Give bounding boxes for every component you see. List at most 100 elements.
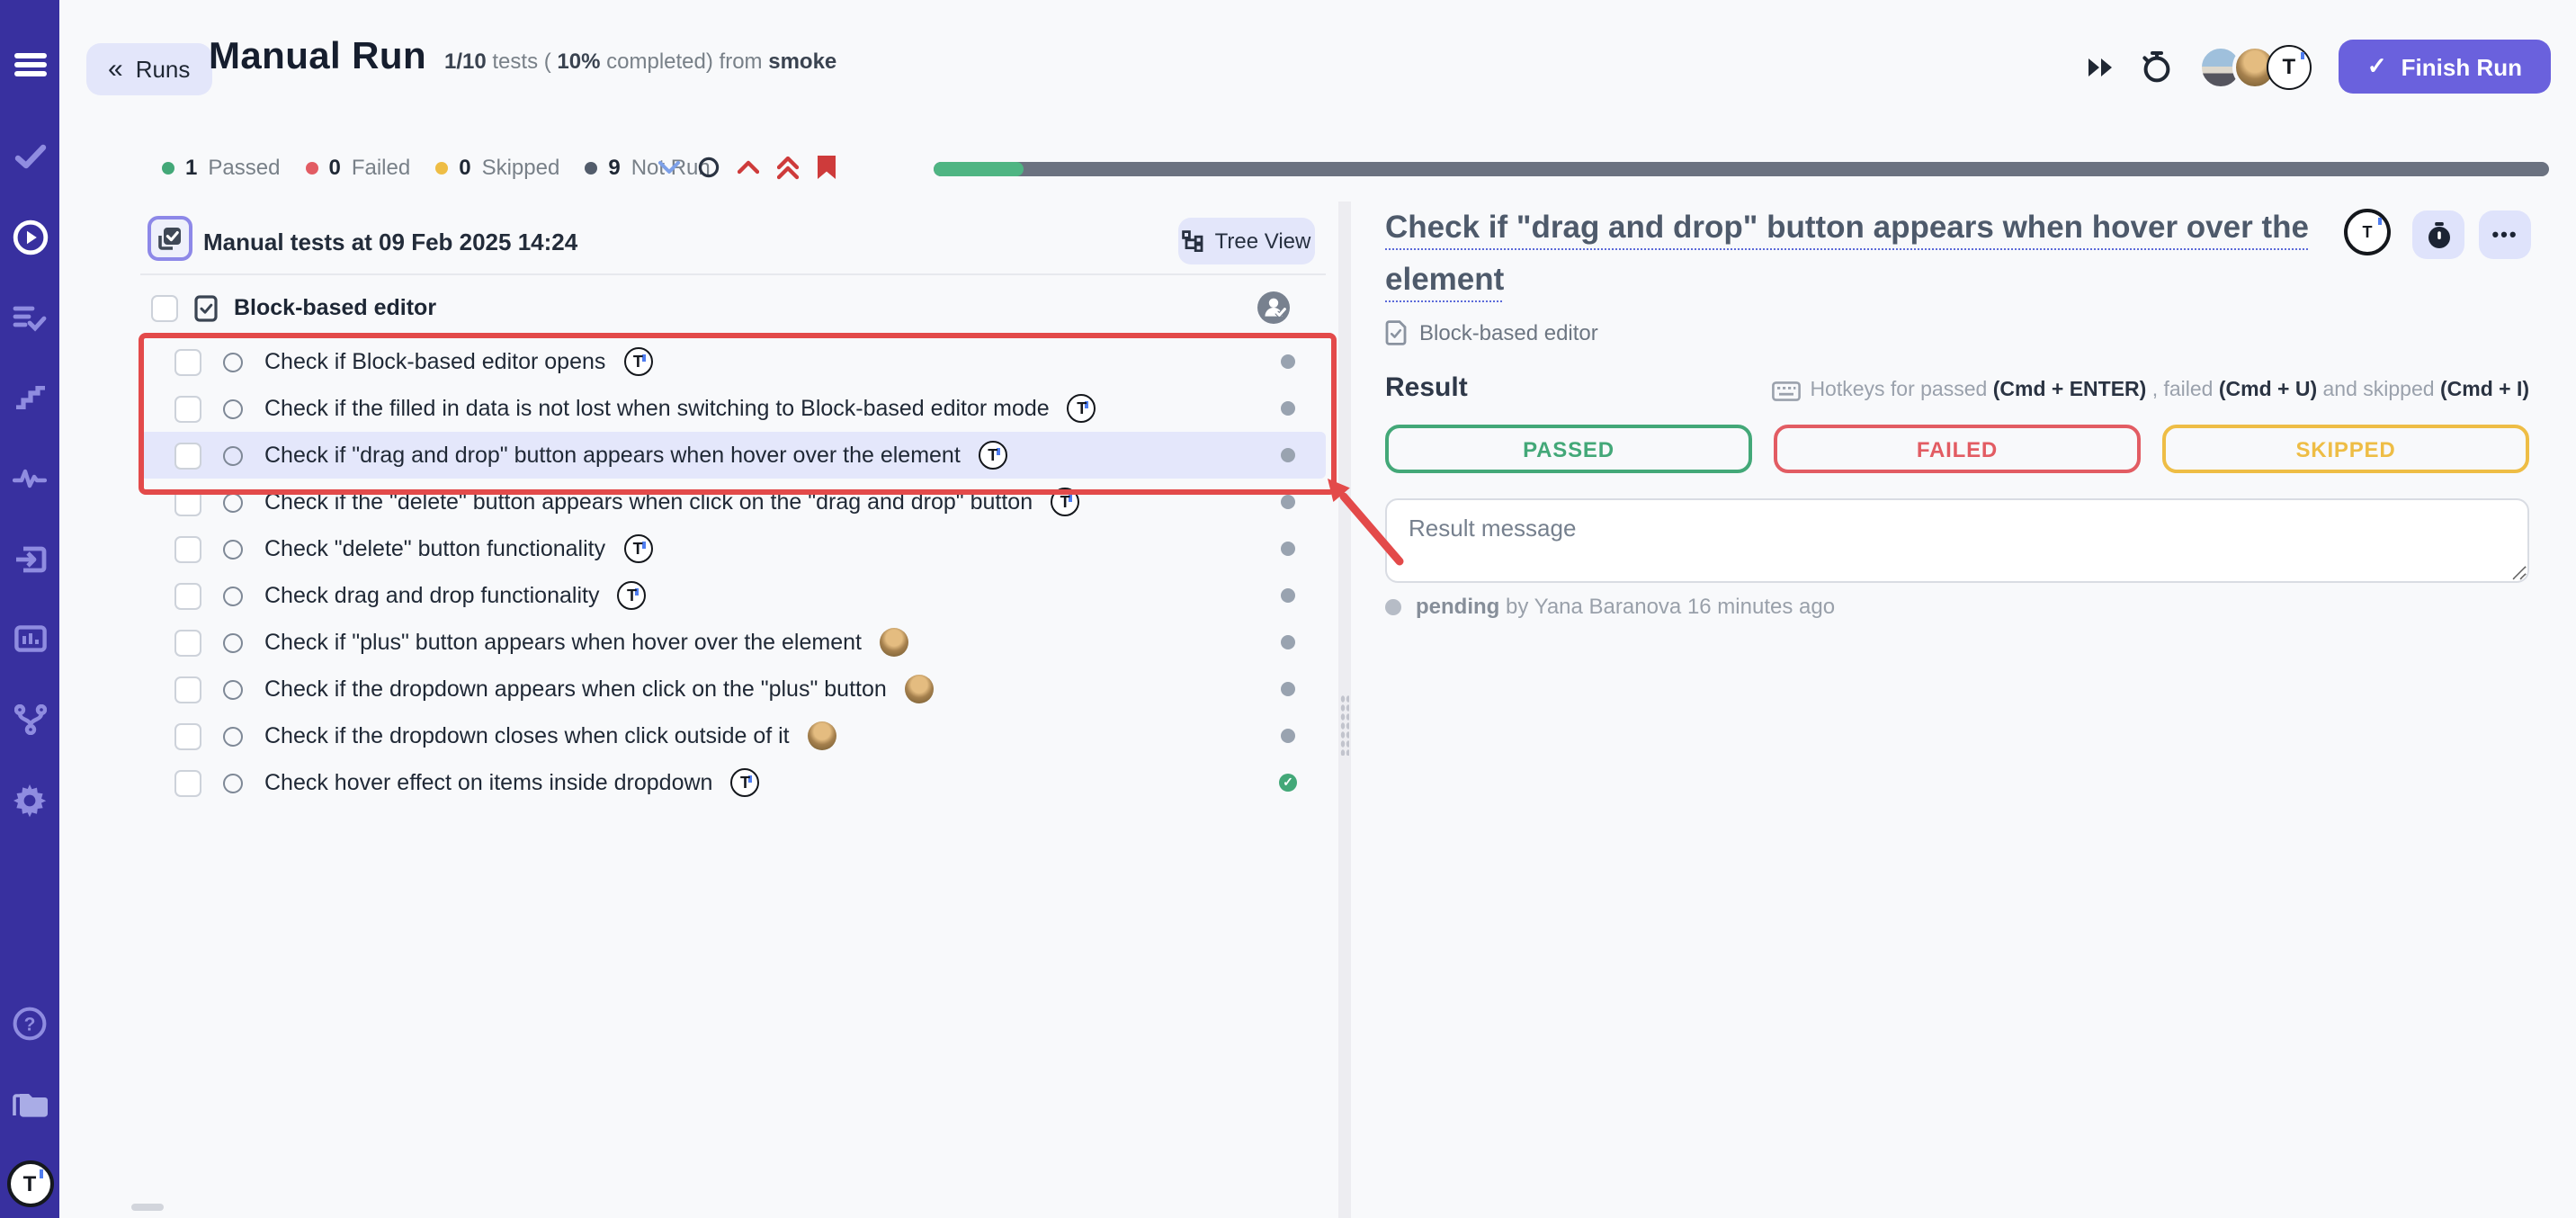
row-status-dot bbox=[1281, 354, 1295, 369]
test-name: Check drag and drop functionality bbox=[264, 583, 599, 608]
chevron-down-icon[interactable] bbox=[658, 160, 680, 175]
suite-doc-icon bbox=[194, 294, 218, 321]
play-circle-icon[interactable] bbox=[0, 219, 59, 255]
time-tracking-button[interactable] bbox=[2412, 210, 2464, 259]
skipped-button[interactable]: SKIPPED bbox=[2162, 425, 2529, 473]
row-status-dot bbox=[1281, 495, 1295, 509]
panel-resize-handle[interactable] bbox=[1338, 202, 1351, 1218]
row-checkbox[interactable] bbox=[174, 348, 201, 375]
assign-all-icon[interactable] bbox=[1257, 291, 1290, 333]
menu-icon[interactable] bbox=[0, 52, 59, 77]
test-name: Check hover effect on items inside dropd… bbox=[264, 770, 712, 795]
test-name: Check if "plus" button appears when hove… bbox=[264, 630, 862, 655]
row-checkbox[interactable] bbox=[174, 442, 201, 469]
participant-avatars[interactable] bbox=[2198, 44, 2312, 89]
status-circle-icon bbox=[223, 539, 243, 559]
row-checkbox[interactable] bbox=[174, 395, 201, 422]
horizontal-scrollbar[interactable] bbox=[131, 1204, 164, 1211]
caret-up-icon[interactable] bbox=[738, 160, 759, 175]
test-row[interactable]: Check "delete" button functionality bbox=[140, 525, 1326, 572]
branch-icon[interactable] bbox=[0, 704, 59, 735]
row-checkbox[interactable] bbox=[174, 629, 201, 656]
passed-counter: 1Passed bbox=[162, 155, 280, 180]
failed-button[interactable]: FAILED bbox=[1774, 425, 2141, 473]
row-status-dot bbox=[1281, 588, 1295, 603]
run-progress-summary: 1/10 tests ( 10% completed) from smoke bbox=[444, 49, 836, 74]
more-options-button[interactable]: ••• bbox=[2479, 210, 2531, 259]
test-row[interactable]: Check if the filled in data is not lost … bbox=[140, 385, 1326, 432]
test-row[interactable]: Check if "drag and drop" button appears … bbox=[140, 432, 1326, 479]
steps-icon[interactable] bbox=[0, 386, 59, 409]
row-checkbox[interactable] bbox=[174, 488, 201, 515]
brand-logo[interactable]: T bbox=[0, 1160, 59, 1207]
group-checkbox[interactable] bbox=[151, 294, 178, 321]
test-row[interactable]: Check if the dropdown closes when click … bbox=[140, 712, 1326, 759]
pending-dot-icon bbox=[1385, 598, 1401, 614]
select-all-tests-checkbox[interactable] bbox=[148, 216, 192, 261]
result-message-input[interactable] bbox=[1385, 498, 2529, 583]
test-assignee-avatar[interactable] bbox=[2344, 209, 2391, 255]
test-row[interactable]: Check if the "delete" button appears whe… bbox=[140, 479, 1326, 525]
status-circle-icon bbox=[223, 445, 243, 465]
row-status-dot bbox=[1281, 729, 1295, 743]
list-check-icon[interactable] bbox=[0, 305, 59, 332]
status-circle-icon bbox=[223, 773, 243, 793]
test-name: Check if the filled in data is not lost … bbox=[264, 396, 1050, 421]
double-chevron-left-icon: « bbox=[108, 56, 123, 83]
test-title[interactable]: Check if "drag and drop" button appears … bbox=[1385, 202, 2342, 306]
suite-group-row[interactable]: Block-based editor bbox=[140, 284, 1326, 331]
row-checkbox[interactable] bbox=[174, 535, 201, 562]
test-row[interactable]: Check hover effect on items inside dropd… bbox=[140, 759, 1326, 806]
fast-forward-icon[interactable] bbox=[2087, 57, 2114, 76]
passed-button[interactable]: PASSED bbox=[1385, 425, 1752, 473]
status-circle-icon bbox=[223, 679, 243, 699]
passed-dot-icon bbox=[162, 161, 174, 174]
sidebar: ? T bbox=[0, 0, 59, 1218]
finish-run-button[interactable]: ✓ Finish Run bbox=[2339, 40, 2551, 94]
row-status-dot bbox=[1279, 774, 1297, 792]
assignee-avatar bbox=[979, 441, 1007, 470]
test-row[interactable]: Check if the dropdown appears when click… bbox=[140, 666, 1326, 712]
row-status-dot bbox=[1281, 682, 1295, 696]
hotkeys-hint: Hotkeys for passed (Cmd + ENTER) , faile… bbox=[1772, 380, 2529, 401]
run-list-title: Manual tests at 09 Feb 2025 14:24 bbox=[203, 228, 577, 255]
status-circle-icon bbox=[223, 399, 243, 418]
row-status-dot bbox=[1281, 401, 1295, 416]
help-icon[interactable]: ? bbox=[0, 1007, 59, 1041]
test-name: Check if Block-based editor opens bbox=[264, 349, 605, 374]
status-circle-icon bbox=[223, 492, 243, 512]
folder-icon[interactable] bbox=[0, 1090, 59, 1119]
check-icon[interactable] bbox=[0, 144, 59, 169]
row-checkbox[interactable] bbox=[174, 676, 201, 703]
doc-icon bbox=[1385, 320, 1407, 345]
stopwatch-icon bbox=[2426, 220, 2451, 249]
status-circle-icon bbox=[223, 352, 243, 372]
test-list: Check if Block-based editor opens Check … bbox=[140, 338, 1326, 806]
row-checkbox[interactable] bbox=[174, 582, 201, 609]
avatar-t-logo[interactable] bbox=[2267, 44, 2312, 89]
row-status-dot bbox=[1281, 542, 1295, 556]
pulse-icon[interactable] bbox=[0, 468, 59, 489]
skipped-counter: 0Skipped bbox=[435, 155, 559, 180]
test-name: Check if "drag and drop" button appears … bbox=[264, 443, 961, 468]
bar-chart-icon[interactable] bbox=[0, 625, 59, 652]
double-caret-up-icon[interactable] bbox=[777, 156, 799, 179]
back-label: Runs bbox=[136, 56, 191, 83]
bookmark-icon[interactable] bbox=[817, 155, 836, 180]
test-row[interactable]: Check if "plus" button appears when hove… bbox=[140, 619, 1326, 666]
breadcrumb[interactable]: Block-based editor bbox=[1385, 320, 1598, 345]
import-icon[interactable] bbox=[0, 546, 59, 573]
assignee-avatar bbox=[730, 768, 759, 797]
test-name: Check "delete" button functionality bbox=[264, 536, 605, 561]
back-to-runs-button[interactable]: « Runs bbox=[86, 43, 211, 95]
test-row[interactable]: Check drag and drop functionality bbox=[140, 572, 1326, 619]
timer-icon[interactable] bbox=[2141, 50, 2171, 83]
row-checkbox[interactable] bbox=[174, 722, 201, 749]
tree-view-button[interactable]: Tree View bbox=[1178, 218, 1315, 264]
row-status-dot bbox=[1281, 448, 1295, 462]
circle-outline-icon[interactable] bbox=[698, 157, 720, 178]
row-checkbox[interactable] bbox=[174, 769, 201, 796]
gear-icon[interactable] bbox=[0, 784, 59, 818]
app-window: ? T « Runs Manual Run 1/10 tests ( 10% c… bbox=[0, 0, 2576, 1218]
test-row[interactable]: Check if Block-based editor opens bbox=[140, 338, 1326, 385]
